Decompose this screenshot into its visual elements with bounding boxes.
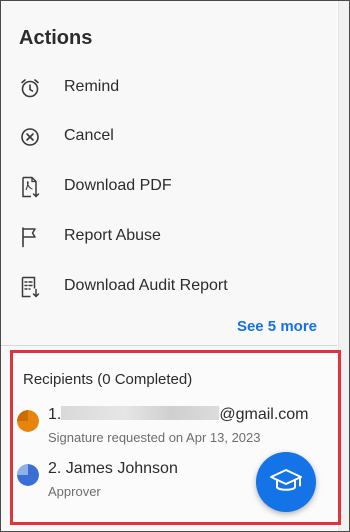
download-audit-report-label: Download Audit Report (64, 277, 228, 294)
recipient-avatar (17, 464, 39, 486)
flag-icon (22, 227, 36, 248)
cancel-action[interactable]: Cancel (1, 115, 337, 159)
report-abuse-action[interactable]: Report Abuse (1, 215, 337, 259)
section-divider (1, 345, 337, 346)
download-pdf-icon (22, 176, 40, 198)
actions-title: Actions (19, 27, 93, 49)
graduation-cap-icon (270, 469, 302, 491)
recipient-name: 2. James Johnson (48, 460, 178, 477)
see-more-link[interactable]: See 5 more (237, 318, 317, 335)
recipient-avatar (17, 410, 39, 432)
remind-action[interactable]: Remind (1, 66, 337, 110)
recipient-status: Signature requested on Apr 13, 2023 (48, 430, 261, 445)
cancel-label: Cancel (64, 127, 114, 144)
report-abuse-label: Report Abuse (64, 227, 161, 244)
download-pdf-action[interactable]: Download PDF (1, 165, 337, 209)
recipient-email-suffix: @gmail.com (219, 406, 309, 423)
recipient-email: 1. @gmail.com (48, 406, 309, 424)
recipients-title: Recipients (0 Completed) (23, 371, 193, 388)
recipient-index: 1. (48, 406, 62, 423)
remind-label: Remind (64, 78, 120, 95)
cancel-circle-icon (21, 128, 39, 146)
recipient-item[interactable]: 1. @gmail.com Signature requested on Apr … (13, 406, 333, 450)
alarm-clock-icon (21, 79, 39, 98)
download-audit-report-action[interactable]: Download Audit Report (1, 265, 337, 309)
audit-report-icon (21, 276, 40, 298)
learning-fab-button[interactable] (256, 452, 316, 512)
download-pdf-label: Download PDF (64, 177, 172, 194)
redacted-email (61, 406, 220, 420)
recipient-role: Approver (48, 484, 101, 499)
